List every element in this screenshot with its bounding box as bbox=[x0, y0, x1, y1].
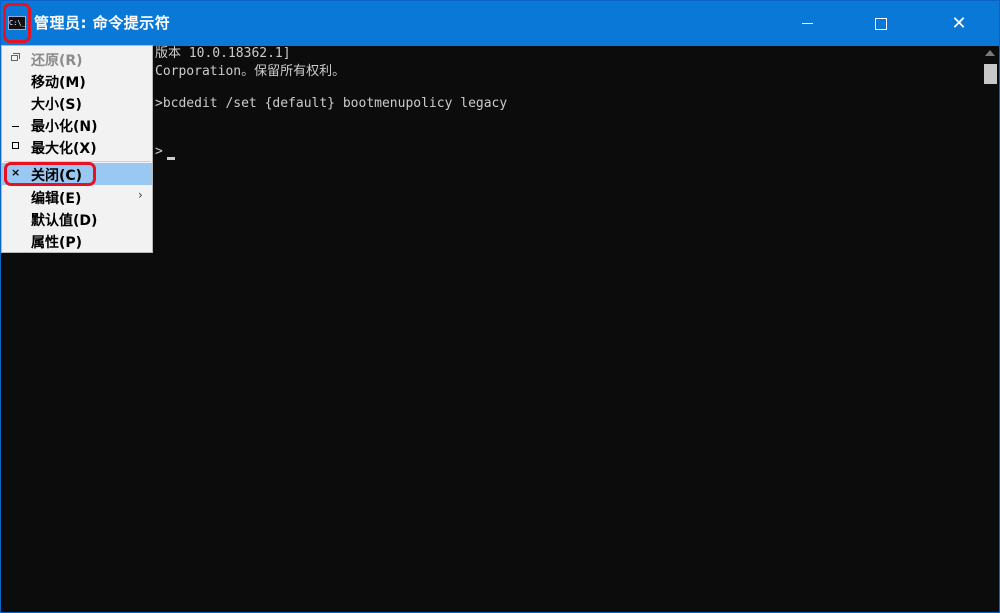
maximize-icon bbox=[875, 17, 887, 30]
close-button[interactable]: ✕ bbox=[936, 1, 982, 46]
close-item-annotation bbox=[4, 162, 96, 186]
menu-item-defaults[interactable]: 默认值(D) bbox=[2, 208, 152, 230]
menu-item-minimize[interactable]: 最小化(N) bbox=[2, 114, 152, 136]
menu-item-size[interactable]: 大小(S) bbox=[2, 92, 152, 114]
minimize-button[interactable] bbox=[784, 1, 830, 46]
menu-item-edit[interactable]: 编辑(E) › bbox=[2, 186, 152, 208]
menu-item-properties[interactable]: 属性(P) bbox=[2, 230, 152, 252]
menu-item-move[interactable]: 移动(M) bbox=[2, 70, 152, 92]
title-bar[interactable]: C:\_ 管理员: 命令提示符 ✕ bbox=[1, 1, 999, 46]
close-icon: ✕ bbox=[951, 12, 967, 34]
console-line: >bcdedit /set {default} bootmenupolicy l… bbox=[155, 96, 508, 111]
cmd-icon[interactable]: C:\_ bbox=[8, 16, 26, 30]
app-icon-annotation[interactable]: C:\_ bbox=[3, 3, 31, 43]
minimize-icon bbox=[12, 126, 19, 127]
console-line: Corporation。保留所有权利。 bbox=[155, 64, 346, 79]
system-menu: 还原(R) 移动(M) 大小(S) 最小化(N) 最大化(X) × 关闭(C) … bbox=[1, 45, 153, 253]
maximize-icon bbox=[12, 142, 19, 149]
vertical-scrollbar[interactable] bbox=[981, 46, 999, 612]
minimize-icon bbox=[801, 23, 813, 24]
menu-item-restore[interactable]: 还原(R) bbox=[2, 48, 152, 70]
window-title: 管理员: 命令提示符 bbox=[34, 14, 171, 32]
scrollbar-thumb[interactable] bbox=[984, 64, 997, 84]
menu-item-maximize[interactable]: 最大化(X) bbox=[2, 136, 152, 158]
submenu-arrow-icon: › bbox=[138, 188, 143, 202]
console-line: > bbox=[155, 144, 163, 159]
restore-icon bbox=[11, 53, 20, 61]
text-cursor bbox=[167, 157, 175, 160]
scroll-up-icon[interactable] bbox=[985, 50, 995, 56]
maximize-button[interactable] bbox=[858, 1, 904, 46]
console-line: 版本 10.0.18362.1] bbox=[155, 46, 291, 61]
